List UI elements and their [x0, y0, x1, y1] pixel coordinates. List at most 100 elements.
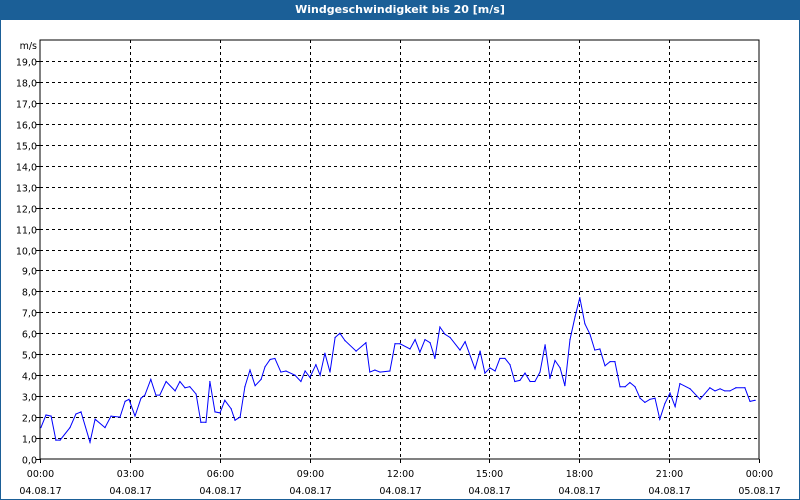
data-point [150, 378, 152, 380]
data-point [534, 380, 536, 383]
x-axis: 00:00 04.08.17 03:00 04.08.17 06:00 04.08.17 0… [19, 459, 781, 497]
x-tick-time: 00:00 [27, 469, 54, 480]
x-tick-date: 04.08.17 [648, 486, 690, 497]
data-point [304, 370, 306, 372]
data-point [124, 400, 126, 402]
y-tick-label: 5,0 [22, 351, 37, 362]
data-point [529, 380, 531, 383]
x-tick-date: 04.08.17 [19, 486, 61, 497]
data-point [689, 388, 691, 390]
data-point [205, 421, 207, 423]
data-point [419, 351, 421, 353]
x-tick-date: 04.08.17 [199, 486, 241, 497]
data-point [249, 369, 251, 371]
y-tick-label: 18,0 [16, 79, 37, 90]
x-tick-date: 04.08.17 [289, 486, 331, 497]
data-point [365, 342, 367, 344]
data-point [624, 386, 626, 388]
data-point [59, 439, 61, 441]
data-point [399, 343, 401, 345]
data-point [269, 358, 271, 361]
data-point [709, 387, 711, 389]
data-point [75, 413, 77, 415]
data-point [674, 406, 676, 408]
data-point [524, 372, 526, 374]
y-tick-label: 8,0 [22, 288, 37, 299]
y-tick-label: 16,0 [16, 121, 37, 132]
data-point [484, 372, 486, 374]
y-tick-label: 6,0 [22, 330, 37, 341]
y-tick-label: 13,0 [16, 184, 37, 195]
data-point [260, 378, 262, 380]
y-tick-label: 14,0 [16, 163, 37, 174]
data-point [574, 315, 576, 318]
data-point [609, 360, 611, 363]
x-tick-time: 15:00 [476, 469, 503, 480]
data-point [659, 418, 661, 420]
data-point [110, 415, 112, 417]
x-tick-date: 04.08.17 [468, 486, 510, 497]
data-point [699, 398, 701, 400]
y-axis: 0,0 1,0 2,0 3,0 4,0 5,0 6,0 7,0 8,0 9,0 10,0 11,0 12… [16, 58, 40, 467]
data-point [224, 399, 226, 401]
data-point [579, 297, 581, 299]
data-point [294, 374, 296, 376]
data-point [594, 349, 596, 351]
data-point [639, 397, 641, 399]
data-point [89, 441, 91, 443]
data-point [254, 385, 256, 387]
data-point [459, 349, 461, 351]
data-point [754, 399, 756, 401]
data-point [355, 350, 357, 352]
data-point [649, 398, 651, 400]
x-tick-date: 04.08.17 [379, 486, 421, 497]
plot-area-border [39, 39, 760, 460]
wind-speed-chart: 0,0 1,0 2,0 3,0 4,0 5,0 6,0 7,0 8,0 9,0 10,0 11,0 12… [16, 39, 781, 497]
y-tick-label: 4,0 [22, 372, 37, 383]
data-point [735, 387, 737, 389]
data-point [315, 364, 317, 366]
data-point [744, 387, 746, 389]
data-point [184, 387, 186, 389]
wind-speed-line [40, 297, 756, 445]
data-point [499, 357, 501, 360]
data-point [584, 323, 586, 325]
y-axis-unit: m/s [20, 41, 37, 52]
data-point [339, 332, 341, 334]
data-point [80, 411, 82, 413]
data-point [334, 336, 336, 339]
data-point [679, 382, 681, 385]
data-point [55, 439, 57, 441]
data-point [654, 397, 656, 399]
y-tick-label: 11,0 [16, 226, 37, 237]
data-point [479, 350, 481, 352]
data-point [554, 359, 556, 362]
data-point [619, 386, 621, 388]
x-tick-date: 04.08.17 [558, 486, 600, 497]
data-point [104, 426, 106, 429]
data-point [324, 352, 326, 354]
data-point [629, 381, 631, 384]
data-point [280, 371, 282, 373]
data-point [244, 386, 246, 388]
data-point [444, 333, 446, 335]
x-tick-time: 12:00 [387, 469, 414, 480]
data-point [230, 408, 232, 410]
data-points [40, 297, 756, 443]
y-tick-label: 3,0 [22, 393, 37, 404]
data-point [189, 386, 191, 388]
data-point [614, 360, 616, 363]
data-point [429, 342, 431, 344]
y-tick-label: 12,0 [16, 205, 37, 216]
data-point [519, 379, 521, 382]
data-point [449, 336, 451, 339]
data-point [559, 367, 561, 369]
data-point [539, 371, 541, 373]
y-tick-label: 0,0 [22, 456, 37, 467]
data-point [729, 390, 731, 392]
data-point [514, 380, 516, 383]
y-tick-label: 15,0 [16, 142, 37, 153]
data-point [144, 394, 146, 396]
data-point [544, 344, 546, 346]
data-point [634, 386, 636, 388]
